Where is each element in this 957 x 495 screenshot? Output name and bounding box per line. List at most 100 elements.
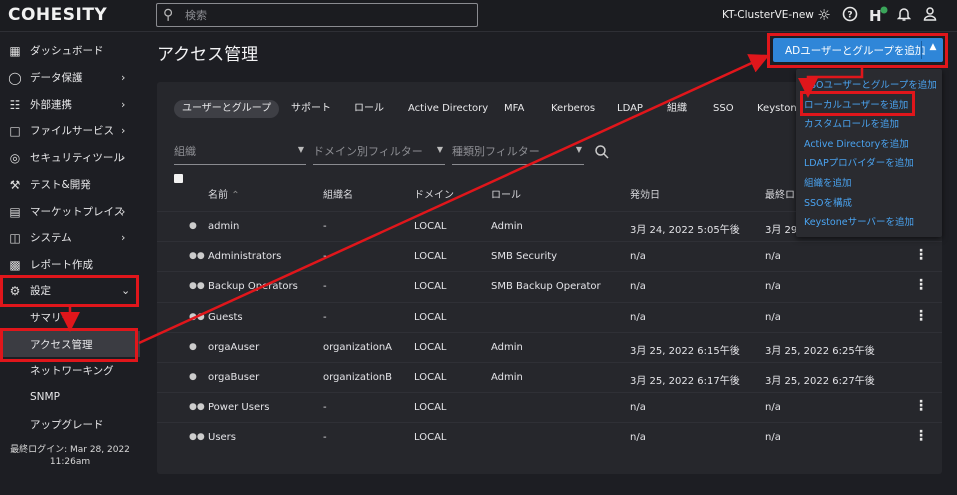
- sidebar-subitem-3[interactable]: SNMP: [0, 384, 140, 410]
- column-header-name[interactable]: 名前 ⌃: [208, 186, 240, 201]
- sidebar-subitem-4[interactable]: アップグレード: [0, 411, 140, 437]
- column-header-org[interactable]: 組織名: [323, 186, 353, 201]
- sidebar-item-2[interactable]: ☷ 外部連携 ›: [0, 91, 140, 118]
- cell-effective: n/a: [630, 281, 646, 293]
- menu-item-6[interactable]: SSOを構成: [804, 195, 852, 209]
- cell-name[interactable]: admin: [208, 221, 239, 232]
- cell-role: Admin: [491, 341, 523, 353]
- bell-icon[interactable]: [895, 6, 913, 24]
- cell-org: -: [323, 281, 327, 293]
- sidebar-item-7[interactable]: ◫ システム ›: [0, 224, 140, 251]
- tab-0[interactable]: ユーザーとグループ: [174, 100, 280, 118]
- domain-filter[interactable]: ドメイン別フィルター ▼: [313, 141, 445, 165]
- type-filter[interactable]: 種類別フィルター ▼: [452, 141, 584, 165]
- cell-last-login: n/a: [765, 281, 781, 293]
- sidebar-item-6[interactable]: ▤ マーケットプレイス ›: [0, 198, 140, 225]
- cell-name[interactable]: Power Users: [208, 402, 269, 413]
- cell-org: -: [323, 432, 327, 444]
- help-icon[interactable]: ?: [841, 6, 859, 24]
- sidebar-item-5[interactable]: ⚒ テスト&開発: [0, 171, 140, 198]
- chevron-right-icon: ›: [121, 124, 126, 137]
- wrench-icon: ⚒: [9, 177, 21, 192]
- cell-org: -: [323, 251, 327, 263]
- cell-name[interactable]: Users: [208, 432, 236, 443]
- menu-item-5[interactable]: 組織を追加: [804, 175, 852, 189]
- global-search[interactable]: ⚲: [156, 3, 478, 27]
- h-logo-icon[interactable]: H: [868, 6, 888, 25]
- table-row[interactable]: ●● Power Users - LOCAL n/a n/a ⋮: [157, 392, 942, 422]
- shield-icon: ◯: [8, 70, 22, 85]
- search-icon[interactable]: [594, 144, 610, 160]
- cell-role: Admin: [491, 221, 523, 232]
- cell-effective: 3月 24, 2022 5:05午後: [630, 225, 740, 236]
- menu-item-7[interactable]: Keystoneサーバーを追加: [804, 214, 914, 228]
- tab-4[interactable]: MFA: [504, 100, 524, 118]
- table-row[interactable]: ●● Users - LOCAL n/a n/a ⋮: [157, 422, 942, 452]
- table-row[interactable]: ●● Backup Operators - LOCAL SMB Backup O…: [157, 271, 942, 301]
- column-header-domain[interactable]: ドメイン: [414, 186, 454, 201]
- org-filter[interactable]: 組織 ▼: [174, 141, 306, 165]
- cell-name[interactable]: orgaAuser: [208, 342, 259, 353]
- cell-domain: LOCAL: [414, 432, 447, 444]
- cell-role: Admin: [491, 372, 523, 383]
- menu-item-3[interactable]: Active Directoryを追加: [804, 136, 909, 150]
- top-bar: COHESITY ⚲ KT-ClusterVE-new ☼ ? H: [0, 0, 957, 32]
- sun-icon[interactable]: ☼: [815, 6, 833, 24]
- tab-3[interactable]: Active Directory: [408, 100, 488, 118]
- tab-7[interactable]: 組織: [667, 100, 687, 118]
- cell-domain: LOCAL: [414, 372, 447, 383]
- cell-name[interactable]: orgaBuser: [208, 372, 259, 383]
- user-icon: ●: [189, 341, 197, 352]
- more-options-icon[interactable]: ⋮: [914, 308, 928, 324]
- highlight-access-management: [0, 328, 138, 362]
- column-header-effective[interactable]: 発効日: [630, 186, 660, 201]
- cell-last-login: 3月 25, 2022 6:27午後: [765, 376, 875, 387]
- cell-role: SMB Security: [491, 251, 558, 263]
- more-options-icon[interactable]: ⋮: [914, 277, 928, 293]
- cell-effective: 3月 25, 2022 6:17午後: [630, 376, 740, 387]
- last-login-time: 11:26am: [49, 457, 91, 467]
- tab-8[interactable]: SSO: [713, 100, 734, 118]
- user-icon[interactable]: [921, 6, 939, 24]
- cell-name[interactable]: Backup Operators: [208, 281, 298, 292]
- sidebar-item-1[interactable]: ◯ データ保護 ›: [0, 64, 140, 91]
- chevron-right-icon: ›: [121, 71, 126, 84]
- sidebar-item-label: セキュリティツール: [30, 152, 124, 164]
- cluster-name[interactable]: KT-ClusterVE-new: [722, 9, 814, 21]
- search-input[interactable]: [183, 6, 463, 24]
- more-options-icon[interactable]: ⋮: [914, 398, 928, 414]
- menu-item-2[interactable]: カスタムロールを追加: [804, 116, 899, 130]
- sidebar-item-8[interactable]: ▩ レポート作成: [0, 251, 140, 278]
- column-header-role[interactable]: ロール: [491, 186, 521, 201]
- group-icon: ●●: [189, 281, 205, 292]
- tab-2[interactable]: ロール: [354, 100, 384, 118]
- tab-6[interactable]: LDAP: [617, 100, 643, 118]
- cohesity-logo[interactable]: COHESITY: [8, 5, 107, 25]
- system-icon: ◫: [9, 230, 21, 245]
- tab-5[interactable]: Kerberos: [551, 100, 595, 118]
- column-header-last-login[interactable]: 最終ロ: [765, 186, 795, 201]
- more-options-icon[interactable]: ⋮: [914, 428, 928, 444]
- cell-name[interactable]: Administrators: [208, 251, 281, 262]
- sidebar-item-label: データ保護: [30, 72, 83, 84]
- cell-effective: n/a: [630, 311, 646, 323]
- tab-1[interactable]: サポート: [291, 100, 331, 118]
- menu-item-4[interactable]: LDAPプロバイダーを追加: [804, 155, 914, 169]
- table-row[interactable]: ●● Administrators - LOCAL SMB Security n…: [157, 241, 942, 271]
- sidebar-item-0[interactable]: ▦ ダッシュボード: [0, 37, 140, 64]
- table-row[interactable]: ●● Guests - LOCAL n/a n/a ⋮: [157, 301, 942, 332]
- cell-domain: LOCAL: [414, 221, 447, 232]
- more-options-icon[interactable]: ⋮: [914, 247, 928, 263]
- select-all-checkbox[interactable]: [174, 174, 183, 183]
- store-icon: ▤: [9, 204, 21, 219]
- last-login: 最終ログイン: Mar 28, 2022 11:26am: [0, 444, 140, 468]
- sidebar-item-4[interactable]: ◎ セキュリティツール ›: [0, 144, 140, 171]
- sidebar-item-3[interactable]: □ ファイルサービス ›: [0, 117, 140, 144]
- menu-item-0[interactable]: SSOユーザーとグループを追加: [804, 77, 937, 91]
- cell-last-login: n/a: [765, 311, 781, 323]
- cell-name[interactable]: Guests: [208, 312, 243, 323]
- table-row[interactable]: ● orgaBuser organizationB LOCAL Admin 3月…: [157, 362, 942, 392]
- sidebar-subitem-0[interactable]: サマリー: [0, 304, 140, 330]
- table-row[interactable]: ● orgaAuser organizationA LOCAL Admin 3月…: [157, 331, 942, 362]
- highlight-settings: [0, 275, 139, 307]
